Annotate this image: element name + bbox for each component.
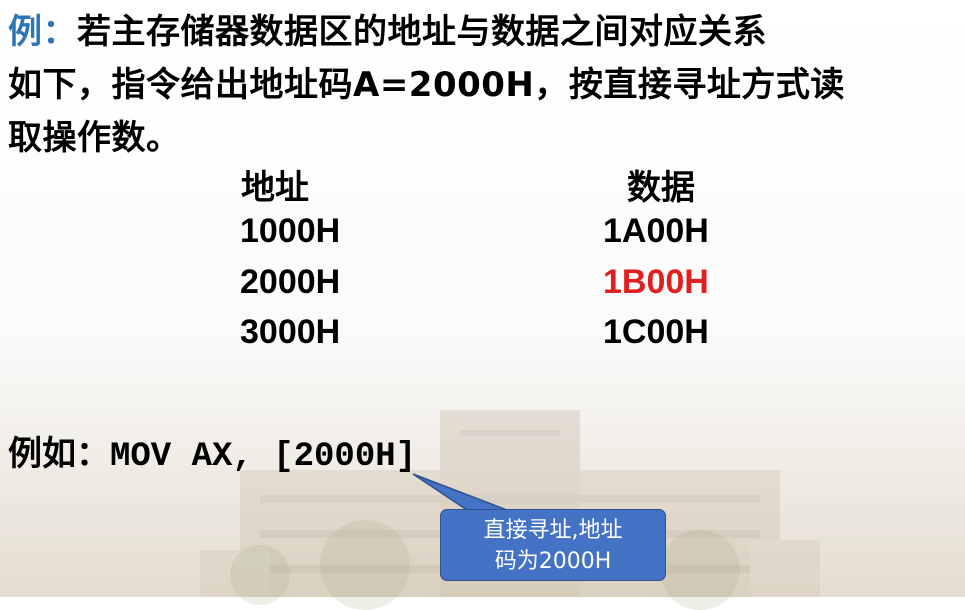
table-cell-address: 2000H <box>240 263 341 301</box>
problem-line-1: 例：若主存储器数据区的地址与数据之间对应关系 <box>8 6 963 59</box>
example-instruction-code: MOV AX, [2000H] <box>110 438 417 476</box>
example-instruction-label: 例如： <box>8 434 110 474</box>
problem-text-1: 若主存储器数据区的地址与数据之间对应关系 <box>77 12 767 52</box>
problem-line-2: 如下，指令给出地址码A=2000H，按直接寻址方式读 <box>8 65 845 105</box>
example-prefix-label: 例： <box>8 12 77 52</box>
example-instruction: 例如：MOV AX, [2000H] <box>8 426 416 476</box>
table-cell-data: 1A00H <box>603 212 709 250</box>
problem-statement: 例：若主存储器数据区的地址与数据之间对应关系 如下，指令给出地址码A=2000H… <box>8 6 963 165</box>
table-cell-address: 1000H <box>240 212 341 250</box>
problem-line-3: 取操作数。 <box>8 118 181 158</box>
callout-bubble: 直接寻址,地址 码为2000H <box>440 509 666 581</box>
table-header-address: 地址 <box>241 168 309 208</box>
callout-line-2: 码为2000H <box>494 549 612 574</box>
table-header-data: 数据 <box>627 168 695 208</box>
table-cell-address: 3000H <box>240 313 341 351</box>
callout-line-1: 直接寻址,地址 <box>483 518 623 543</box>
background-tree <box>230 545 290 605</box>
table-cell-data-highlighted: 1B00H <box>603 263 709 301</box>
background-tree <box>660 530 740 610</box>
table-cell-data: 1C00H <box>603 313 709 351</box>
